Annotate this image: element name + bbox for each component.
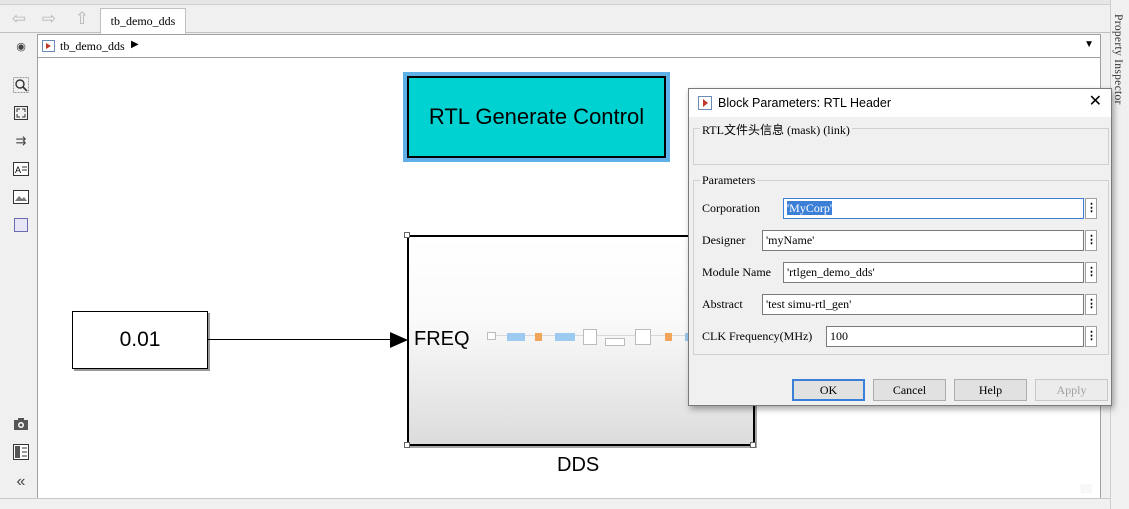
preview-block [555, 333, 575, 341]
preview-block [535, 333, 542, 341]
constant-block[interactable]: 0.01 [72, 311, 208, 369]
dialog-title: Block Parameters: RTL Header [718, 96, 891, 110]
preview-block [665, 333, 672, 341]
clk-frequency-field[interactable]: 100 [826, 326, 1084, 347]
parameters-title: Parameters [700, 173, 758, 188]
dialog-title-bar[interactable]: Block Parameters: RTL Header ✕ [689, 89, 1111, 117]
status-bar [0, 498, 1110, 509]
signal-line[interactable] [208, 339, 394, 340]
preview-block [583, 329, 597, 345]
image-icon[interactable] [13, 189, 29, 205]
model-icon [42, 40, 55, 52]
preview-block [507, 333, 525, 341]
corporation-field[interactable]: 'MyCorp' [783, 198, 1084, 219]
abstract-label: Abstract [702, 297, 743, 311]
simulink-block-icon [698, 96, 712, 110]
svg-text:A: A [15, 165, 21, 175]
left-toolbar: ◉ ⇉ A « [0, 34, 37, 509]
camera-icon[interactable] [13, 416, 29, 432]
resize-grip-icon[interactable]: ░░ [1080, 484, 1098, 496]
ellipsis-icon[interactable]: ⋮ [1085, 326, 1097, 347]
nav-row: ⇦ ⇨ ⇧ tb_demo_dds [0, 6, 1110, 34]
back-arrow-icon[interactable]: ⇦ [8, 9, 30, 29]
chevron-right-icon[interactable]: ▶ [131, 39, 139, 50]
area-icon[interactable] [13, 217, 29, 233]
forward-arrow-icon[interactable]: ⇨ [38, 9, 60, 29]
ellipsis-icon[interactable]: ⋮ [1085, 294, 1097, 315]
ellipsis-icon[interactable]: ⋮ [1085, 230, 1097, 251]
dds-block-name[interactable]: DDS [557, 454, 599, 477]
help-button[interactable]: Help [954, 379, 1027, 401]
designer-label: Designer [702, 233, 746, 247]
rtl-generate-control-block[interactable]: RTL Generate Control [407, 76, 666, 158]
breadcrumb-model-name[interactable]: tb_demo_dds [60, 39, 125, 54]
abstract-field[interactable]: 'test simu-rtl_gen' [762, 294, 1084, 315]
designer-field[interactable]: 'myName' [762, 230, 1084, 251]
module-name-label: Module Name [702, 265, 771, 279]
mask-description-title: RTL文件头信息 (mask) (link) [700, 121, 852, 138]
breadcrumb[interactable]: tb_demo_dds ▶ ▼ [37, 34, 1101, 58]
preview-block [487, 332, 496, 340]
ellipsis-icon[interactable]: ⋮ [1085, 198, 1097, 219]
close-icon[interactable]: ✕ [1089, 93, 1102, 111]
preview-block [635, 329, 651, 345]
resize-handle[interactable] [404, 442, 410, 448]
chevron-down-icon[interactable]: ▼ [1084, 39, 1094, 50]
text-annotation-icon[interactable]: A [13, 161, 29, 177]
preview-block [605, 338, 625, 346]
model-browser-icon[interactable] [13, 444, 29, 460]
collapse-icon[interactable]: « [13, 474, 29, 490]
hide-browser-icon[interactable]: ◉ [13, 39, 29, 55]
toolstrip-edge [0, 0, 1110, 5]
ok-button[interactable]: OK [792, 379, 865, 401]
corporation-label: Corporation [702, 201, 760, 215]
arrow-icon[interactable]: ⇉ [13, 133, 29, 149]
block-parameters-dialog: Block Parameters: RTL Header ✕ RTL文件头信息 … [688, 88, 1112, 406]
property-inspector-panel[interactable]: Property Inspector [1110, 0, 1129, 509]
freq-port-label: FREQ [414, 328, 470, 350]
resize-handle[interactable] [404, 232, 410, 238]
resize-handle[interactable] [750, 442, 756, 448]
tab-model[interactable]: tb_demo_dds [100, 8, 186, 34]
zoom-icon[interactable] [13, 77, 29, 93]
clk-frequency-label: CLK Frequency(MHz) [702, 329, 813, 343]
fit-view-icon[interactable] [13, 105, 29, 121]
module-name-field[interactable]: 'rtlgen_demo_dds' [783, 262, 1084, 283]
up-arrow-icon[interactable]: ⇧ [71, 9, 93, 29]
corporation-value[interactable]: 'MyCorp' [787, 201, 832, 215]
ellipsis-icon[interactable]: ⋮ [1085, 262, 1097, 283]
cancel-button[interactable]: Cancel [873, 379, 946, 401]
apply-button[interactable]: Apply [1035, 379, 1108, 401]
signal-arrow [390, 332, 408, 348]
property-inspector-label[interactable]: Property Inspector [1112, 14, 1124, 105]
